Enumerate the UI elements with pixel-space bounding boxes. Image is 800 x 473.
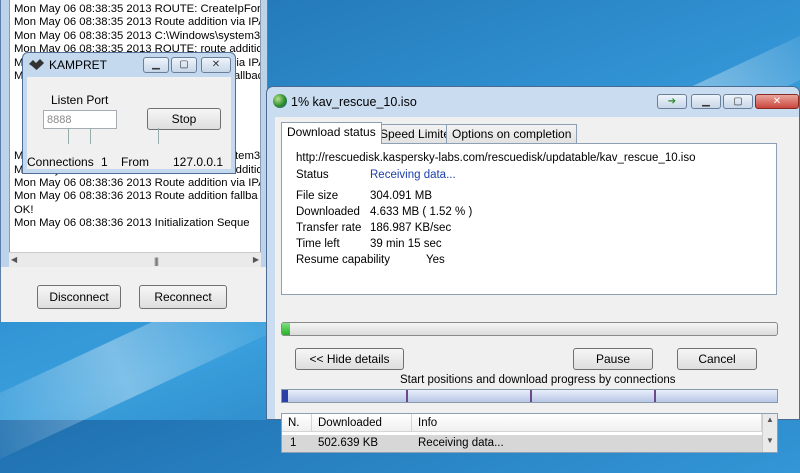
scroll-right-icon[interactable]: ▶ (253, 255, 259, 264)
kampret-client: Listen Port 8888 Stop Connections 1 From… (27, 77, 231, 169)
download-url: http://rescuedisk.kaspersky-labs.com/res… (296, 152, 696, 164)
listen-port-input[interactable]: 8888 (43, 110, 117, 129)
row-downloaded: 502.639 KB (318, 437, 379, 449)
kampret-window: KAMPRET ▁ ▢ ✕ Listen Port 8888 Stop Conn… (22, 52, 236, 174)
time-left-label: Time left (296, 238, 340, 250)
scroll-down-icon[interactable]: ▼ (766, 436, 774, 445)
console-button-panel: Disconnect Reconnect (1, 267, 269, 322)
download-progress-bar (281, 322, 778, 336)
resume-capability-value: Yes (426, 254, 445, 266)
maximize-button[interactable]: ▢ (723, 94, 753, 109)
close-icon: ✕ (211, 59, 221, 70)
pause-button[interactable]: Pause (573, 348, 653, 370)
file-size-label: File size (296, 190, 339, 202)
transfer-rate-label: Transfer rate (296, 222, 362, 234)
from-address: 127.0.0.1 (173, 155, 224, 169)
globe-icon (273, 94, 287, 108)
column-header-n[interactable]: N. (282, 414, 312, 432)
connections-label: Connections (27, 155, 94, 169)
transfer-rate-value: 186.987 KB/sec (370, 222, 452, 234)
status-divider (158, 128, 159, 144)
log-line: Mon May 06 08:38:35 2013 Route addition … (14, 16, 260, 29)
tab-download-status[interactable]: Download status (281, 122, 382, 144)
status-divider (90, 128, 91, 144)
log-line: Mon May 06 08:38:36 2013 Route addition … (14, 177, 260, 190)
resume-capability-label: Resume capability (296, 254, 390, 266)
scroll-left-icon[interactable]: ◀ (11, 255, 17, 264)
log-line: Mon May 06 08:38:35 2013 C:\Windows\syst… (14, 29, 260, 42)
log-line: Mon May 06 08:38:36 2013 Initialization … (14, 217, 250, 230)
connections-caption: Start positions and download progress by… (400, 374, 676, 386)
row-number: 1 (290, 437, 297, 449)
scroll-thumb[interactable]: ||| (154, 256, 159, 266)
close-button[interactable]: ✕ (755, 94, 799, 109)
downloaded-label: Downloaded (296, 206, 360, 218)
minimize-icon: ▁ (702, 96, 710, 107)
connections-progress-bar (281, 389, 778, 403)
column-header-info[interactable]: Info (412, 414, 762, 432)
horizontal-scrollbar[interactable]: ◀ ||| ▶ (9, 252, 261, 267)
download-arrow-button[interactable]: ➔ (657, 94, 687, 109)
minimize-icon: ▁ (152, 59, 160, 70)
minimize-button[interactable]: ▁ (691, 94, 721, 109)
connections-count: 1 (101, 155, 108, 169)
download-window: 1% kav_rescue_10.iso ➔ ▁ ▢ ✕ Download st… (266, 86, 800, 453)
download-title: 1% kav_rescue_10.iso (291, 95, 417, 109)
file-size-value: 304.091 MB (370, 190, 433, 202)
close-button[interactable]: ✕ (201, 57, 231, 73)
log-line: OK! (14, 203, 34, 216)
column-header-downloaded[interactable]: Downloaded (312, 414, 412, 432)
log-line: Mon May 06 08:38:36 2013 Route addition … (14, 190, 258, 203)
status-label: Status (296, 169, 329, 181)
maximize-icon: ▢ (733, 96, 743, 107)
download-status-panel: http://rescuedisk.kaspersky-labs.com/res… (281, 143, 777, 295)
listen-port-label: Listen Port (51, 93, 109, 107)
connection-start-marker (654, 390, 656, 402)
download-progress-fill (282, 323, 290, 335)
connection-progress-segment (282, 390, 288, 402)
kampret-title: KAMPRET (49, 58, 108, 72)
download-client: Download status Speed Limiter Options on… (275, 117, 799, 453)
tab-options-on-completion[interactable]: Options on completion (446, 124, 578, 143)
close-icon: ✕ (772, 96, 782, 107)
maximize-button[interactable]: ▢ (171, 57, 197, 73)
table-row[interactable]: 1 502.639 KB Receiving data... (282, 435, 762, 452)
reconnect-button[interactable]: Reconnect (139, 285, 227, 309)
row-info: Receiving data... (418, 437, 504, 449)
kampret-titlebar[interactable]: KAMPRET ▁ ▢ ✕ (23, 53, 235, 77)
maximize-icon: ▢ (179, 59, 189, 70)
status-divider (68, 128, 69, 144)
arrow-right-icon: ➔ (667, 96, 677, 107)
downloaded-value: 4.633 MB ( 1.52 % ) (370, 206, 473, 218)
connection-start-marker (530, 390, 532, 402)
hide-details-button[interactable]: << Hide details (295, 348, 404, 370)
cancel-button[interactable]: Cancel (677, 348, 757, 370)
time-left-value: 39 min 15 sec (370, 238, 442, 250)
kampret-app-icon (29, 59, 44, 70)
minimize-button[interactable]: ▁ (143, 57, 169, 73)
from-label: From (121, 155, 149, 169)
disconnect-button[interactable]: Disconnect (37, 285, 121, 309)
status-value: Receiving data... (370, 169, 456, 181)
connections-table: N. Downloaded Info 1 502.639 KB Receivin… (281, 413, 778, 453)
connection-start-marker (406, 390, 408, 402)
log-line: Mon May 06 08:38:35 2013 ROUTE: CreateIp… (14, 3, 260, 15)
stop-button[interactable]: Stop (147, 108, 221, 130)
